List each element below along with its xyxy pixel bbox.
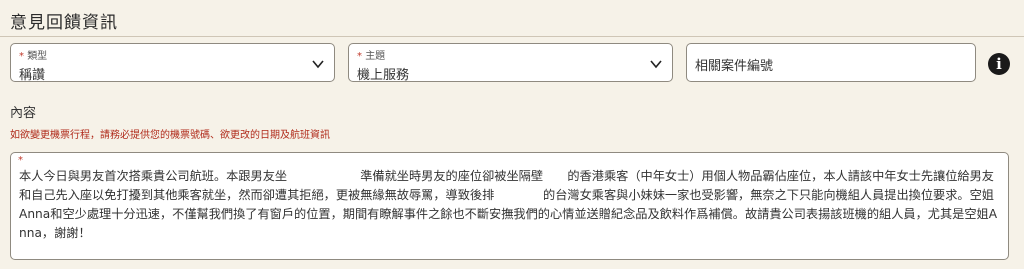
topic-label: * 主題 xyxy=(357,47,385,62)
chevron-down-icon xyxy=(650,60,662,69)
type-select[interactable]: * 類型 稱讚 xyxy=(10,43,335,83)
topic-label-text: 主題 xyxy=(365,51,386,62)
info-circle-icon[interactable]: i xyxy=(988,53,1010,75)
required-mark: * xyxy=(357,51,362,62)
section-title: 意見回饋資訊 xyxy=(10,13,118,33)
content-hint: 如欲變更機票行程，請務必提供您的機票號碼、欲更改的日期及航班資訊 xyxy=(10,130,330,141)
required-mark: * xyxy=(18,155,23,166)
type-label: * 類型 xyxy=(19,47,47,62)
type-value: 稱讚 xyxy=(19,68,46,83)
topic-value: 機上服務 xyxy=(357,68,410,83)
divider xyxy=(0,36,1024,37)
topic-select[interactable]: * 主題 機上服務 xyxy=(348,43,673,83)
type-label-text: 類型 xyxy=(27,51,48,62)
content-label: 內容 xyxy=(10,106,37,121)
case-number-placeholder: 相關案件編號 xyxy=(695,59,774,74)
case-number-input[interactable]: 相關案件編號 xyxy=(686,43,976,82)
content-textarea[interactable]: * 本人今日與男友首次搭乘貴公司航班。本跟男友坐 準備就坐時男友的座位卻被坐隔壁… xyxy=(10,152,1009,260)
content-text: 本人今日與男友首次搭乘貴公司航班。本跟男友坐 準備就坐時男友的座位卻被坐隔壁 的… xyxy=(19,169,998,240)
required-mark: * xyxy=(19,51,24,62)
chevron-down-icon xyxy=(312,60,324,69)
